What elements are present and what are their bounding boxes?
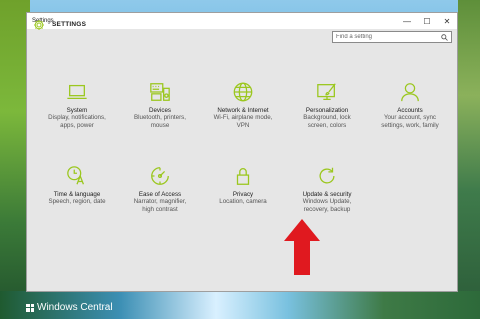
watermark-text: Windows Central: [37, 302, 113, 313]
tile-privacy[interactable]: Privacy Location, camera: [203, 165, 283, 206]
tile-ease-of-access[interactable]: Ease of Access Narrator, magnifier, high…: [120, 165, 200, 214]
search-icon[interactable]: [441, 34, 448, 41]
tile-system-title: System: [66, 107, 88, 114]
tile-system[interactable]: System Display, notifications, apps, pow…: [37, 81, 117, 130]
tile-update-security-title: Update & security: [302, 191, 352, 198]
tile-update-security-desc: Windows Update, recovery, backup: [302, 198, 352, 213]
globe-icon: [233, 82, 253, 102]
tile-devices[interactable]: Devices Bluetooth, printers, mouse: [120, 81, 200, 130]
tile-system-desc: Display, notifications, apps, power: [48, 114, 106, 129]
tile-time-language-desc: Speech, region, date: [48, 198, 106, 205]
tile-network-desc: Wi-Fi, airplane mode, VPN: [213, 114, 273, 129]
tile-network-title: Network & Internet: [217, 107, 269, 114]
laptop-icon: [67, 84, 87, 100]
search-box[interactable]: [332, 31, 452, 43]
windows-logo-icon: [26, 303, 34, 312]
wallpaper-right: [458, 0, 480, 319]
settings-window: Settings — ☐ ✕ SETTINGS System Displ: [26, 12, 458, 292]
title-bar[interactable]: Settings — ☐ ✕: [27, 13, 457, 29]
tile-update-security[interactable]: Update & security Windows Update, recove…: [287, 165, 367, 214]
tile-network[interactable]: Network & Internet Wi-Fi, airplane mode,…: [203, 81, 283, 130]
minimize-button[interactable]: —: [397, 13, 417, 29]
window-controls: — ☐ ✕: [397, 13, 457, 29]
tile-ease-of-access-desc: Narrator, magnifier, high contrast: [133, 198, 187, 213]
refresh-icon: [319, 167, 335, 184]
tile-accounts[interactable]: Accounts Your account, sync settings, wo…: [370, 81, 450, 130]
tile-time-language-title: Time & language: [53, 191, 101, 198]
tile-accounts-desc: Your account, sync settings, work, famil…: [381, 114, 439, 129]
person-icon: [401, 83, 419, 102]
gear-icon: [34, 20, 44, 30]
red-arrow-icon: [284, 219, 320, 275]
search-input[interactable]: [333, 32, 436, 42]
watermark: Windows Central: [26, 302, 113, 313]
tile-personalization[interactable]: Personalization Background, lock screen,…: [287, 81, 367, 130]
maximize-button[interactable]: ☐: [417, 13, 437, 29]
tile-personalization-desc: Background, lock screen, colors: [303, 114, 351, 129]
tile-accounts-title: Accounts: [397, 107, 423, 114]
tile-privacy-desc: Location, camera: [219, 198, 267, 205]
tile-devices-desc: Bluetooth, printers, mouse: [134, 114, 186, 129]
ease-of-access-icon: [151, 167, 169, 185]
keyboard-speaker-icon: [150, 83, 170, 101]
paintbrush-monitor-icon: [317, 83, 336, 100]
tile-ease-of-access-title: Ease of Access: [138, 191, 182, 198]
tile-devices-title: Devices: [148, 107, 171, 114]
close-button[interactable]: ✕: [437, 13, 457, 29]
tile-time-language[interactable]: Time & language Speech, region, date: [37, 165, 117, 206]
tile-privacy-title: Privacy: [232, 191, 254, 198]
clock-language-icon: [67, 166, 85, 185]
tile-personalization-title: Personalization: [305, 107, 349, 114]
lock-icon: [236, 168, 250, 185]
page-title: SETTINGS: [52, 21, 87, 28]
